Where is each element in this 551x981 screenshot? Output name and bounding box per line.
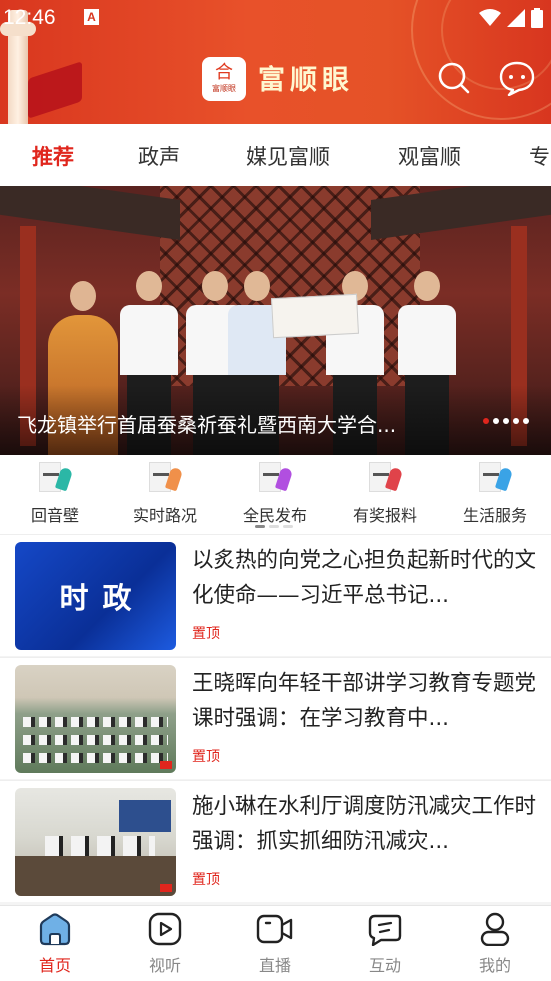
banner-caption: 飞龙镇举行首届蚕桑祈蚕礼暨西南大学合... <box>17 413 397 437</box>
nav-label: 直播 <box>258 956 291 975</box>
tab-meijian-fushun[interactable]: 媒见富顺 <box>246 141 330 171</box>
quick-entry-echo-wall[interactable]: 回音壁 <box>0 460 110 526</box>
red-ribbon-decoration <box>28 61 82 119</box>
logo-mark: 合 <box>215 62 233 83</box>
app-logo: 合 富顺眼 <box>202 57 246 101</box>
quick-entry-label: 回音壁 <box>30 506 79 525</box>
chat-bubble-icon <box>499 61 535 97</box>
wifi-icon <box>479 9 501 26</box>
publish-icon <box>256 460 294 494</box>
video-camera-icon <box>256 914 293 944</box>
quick-entries-page-indicator <box>255 525 293 528</box>
battery-icon <box>531 8 543 28</box>
cctv-logo-icon <box>160 761 172 769</box>
carousel-indicator <box>483 418 529 424</box>
carousel-dot[interactable] <box>513 418 519 424</box>
pinned-tag: 置顶 <box>192 626 220 642</box>
nav-profile[interactable]: 我的 <box>440 912 550 976</box>
status-bar: 12:46 A <box>0 0 551 38</box>
logo-text: 富顺眼 <box>212 84 236 93</box>
tab-guan-fushun[interactable]: 观富顺 <box>398 141 461 171</box>
quick-entries: 回音壁 实时路况 全民发布 有奖报料 生活服务 <box>0 455 551 534</box>
notification-badge: A <box>84 9 99 25</box>
app-header: 12:46 A 合 富顺眼 富顺眼 <box>0 0 551 124</box>
carousel-dot[interactable] <box>493 418 499 424</box>
app-title: 富顺眼 <box>258 65 354 96</box>
traffic-icon <box>146 460 184 494</box>
user-icon <box>480 912 510 946</box>
carousel-dot[interactable] <box>483 418 489 424</box>
news-item[interactable]: 王晓晖向年轻干部讲学习教育专题党课时强调：在学习教育中... 置顶 <box>0 657 551 779</box>
tab-zhengsheng[interactable]: 政声 <box>138 141 180 171</box>
chat-button[interactable] <box>499 60 535 97</box>
nav-label: 我的 <box>478 956 511 975</box>
nav-audiovisual[interactable]: 视听 <box>110 912 220 976</box>
quick-entry-publish[interactable]: 全民发布 <box>220 460 330 526</box>
carousel-dot[interactable] <box>503 418 509 424</box>
echo-wall-icon <box>36 460 74 494</box>
bottom-navigation: 首页 视听 直播 互动 我的 <box>0 905 551 981</box>
tab-special[interactable]: 专 <box>529 141 550 171</box>
thumbnail-label: 时政 <box>59 581 146 615</box>
quick-entry-label: 有奖报料 <box>352 506 417 525</box>
news-title: 以炙热的向党之心担负起新时代的文化使命——习近平总书记... <box>192 548 537 608</box>
pinned-tag: 置顶 <box>192 749 220 765</box>
status-icons <box>479 8 543 28</box>
news-thumbnail <box>15 788 176 896</box>
quick-entry-traffic[interactable]: 实时路况 <box>110 460 220 526</box>
quick-entry-label: 全民发布 <box>242 506 307 525</box>
channel-tabs: 推荐 政声 媒见富顺 观富顺 专 <box>0 124 551 186</box>
play-icon <box>148 912 182 946</box>
quick-entry-report[interactable]: 有奖报料 <box>330 460 440 526</box>
pinned-tag: 置顶 <box>192 872 220 888</box>
nav-interact[interactable]: 互动 <box>330 912 440 976</box>
nav-live[interactable]: 直播 <box>220 912 330 976</box>
interact-icon <box>368 914 402 946</box>
tab-recommend[interactable]: 推荐 <box>32 141 74 171</box>
report-icon <box>366 460 404 494</box>
nav-label: 互动 <box>368 956 401 975</box>
quick-entry-label: 实时路况 <box>132 506 197 525</box>
news-item[interactable]: 施小琳在水利厅调度防汛减灾工作时强调：抓实抓细防汛减灾... 置顶 <box>0 780 551 902</box>
quick-entry-label: 生活服务 <box>462 506 527 525</box>
nav-label: 视听 <box>148 956 181 975</box>
nav-label: 首页 <box>38 956 71 975</box>
cctv-logo-icon <box>160 884 172 892</box>
home-icon <box>39 913 71 946</box>
status-time: 12:46 <box>3 6 56 29</box>
news-thumbnail <box>15 665 176 773</box>
carousel-dot[interactable] <box>523 418 529 424</box>
nav-home[interactable]: 首页 <box>0 912 110 976</box>
search-button[interactable] <box>436 60 472 96</box>
news-title: 施小琳在水利厅调度防汛减灾工作时强调：抓实抓细防汛减灾... <box>192 794 537 854</box>
news-item[interactable]: 时政 以炙热的向党之心担负起新时代的文化使命——习近平总书记... 置顶 <box>0 534 551 656</box>
quick-entry-life-service[interactable]: 生活服务 <box>440 460 550 526</box>
news-title: 王晓晖向年轻干部讲学习教育专题党课时强调：在学习教育中... <box>192 671 537 731</box>
life-service-icon <box>476 460 514 494</box>
news-thumbnail: 时政 <box>15 542 176 650</box>
banner-carousel[interactable]: 飞龙镇举行首届蚕桑祈蚕礼暨西南大学合... <box>0 186 551 455</box>
banner-certificate <box>271 293 359 339</box>
search-icon <box>438 62 470 94</box>
signal-icon <box>507 9 525 27</box>
